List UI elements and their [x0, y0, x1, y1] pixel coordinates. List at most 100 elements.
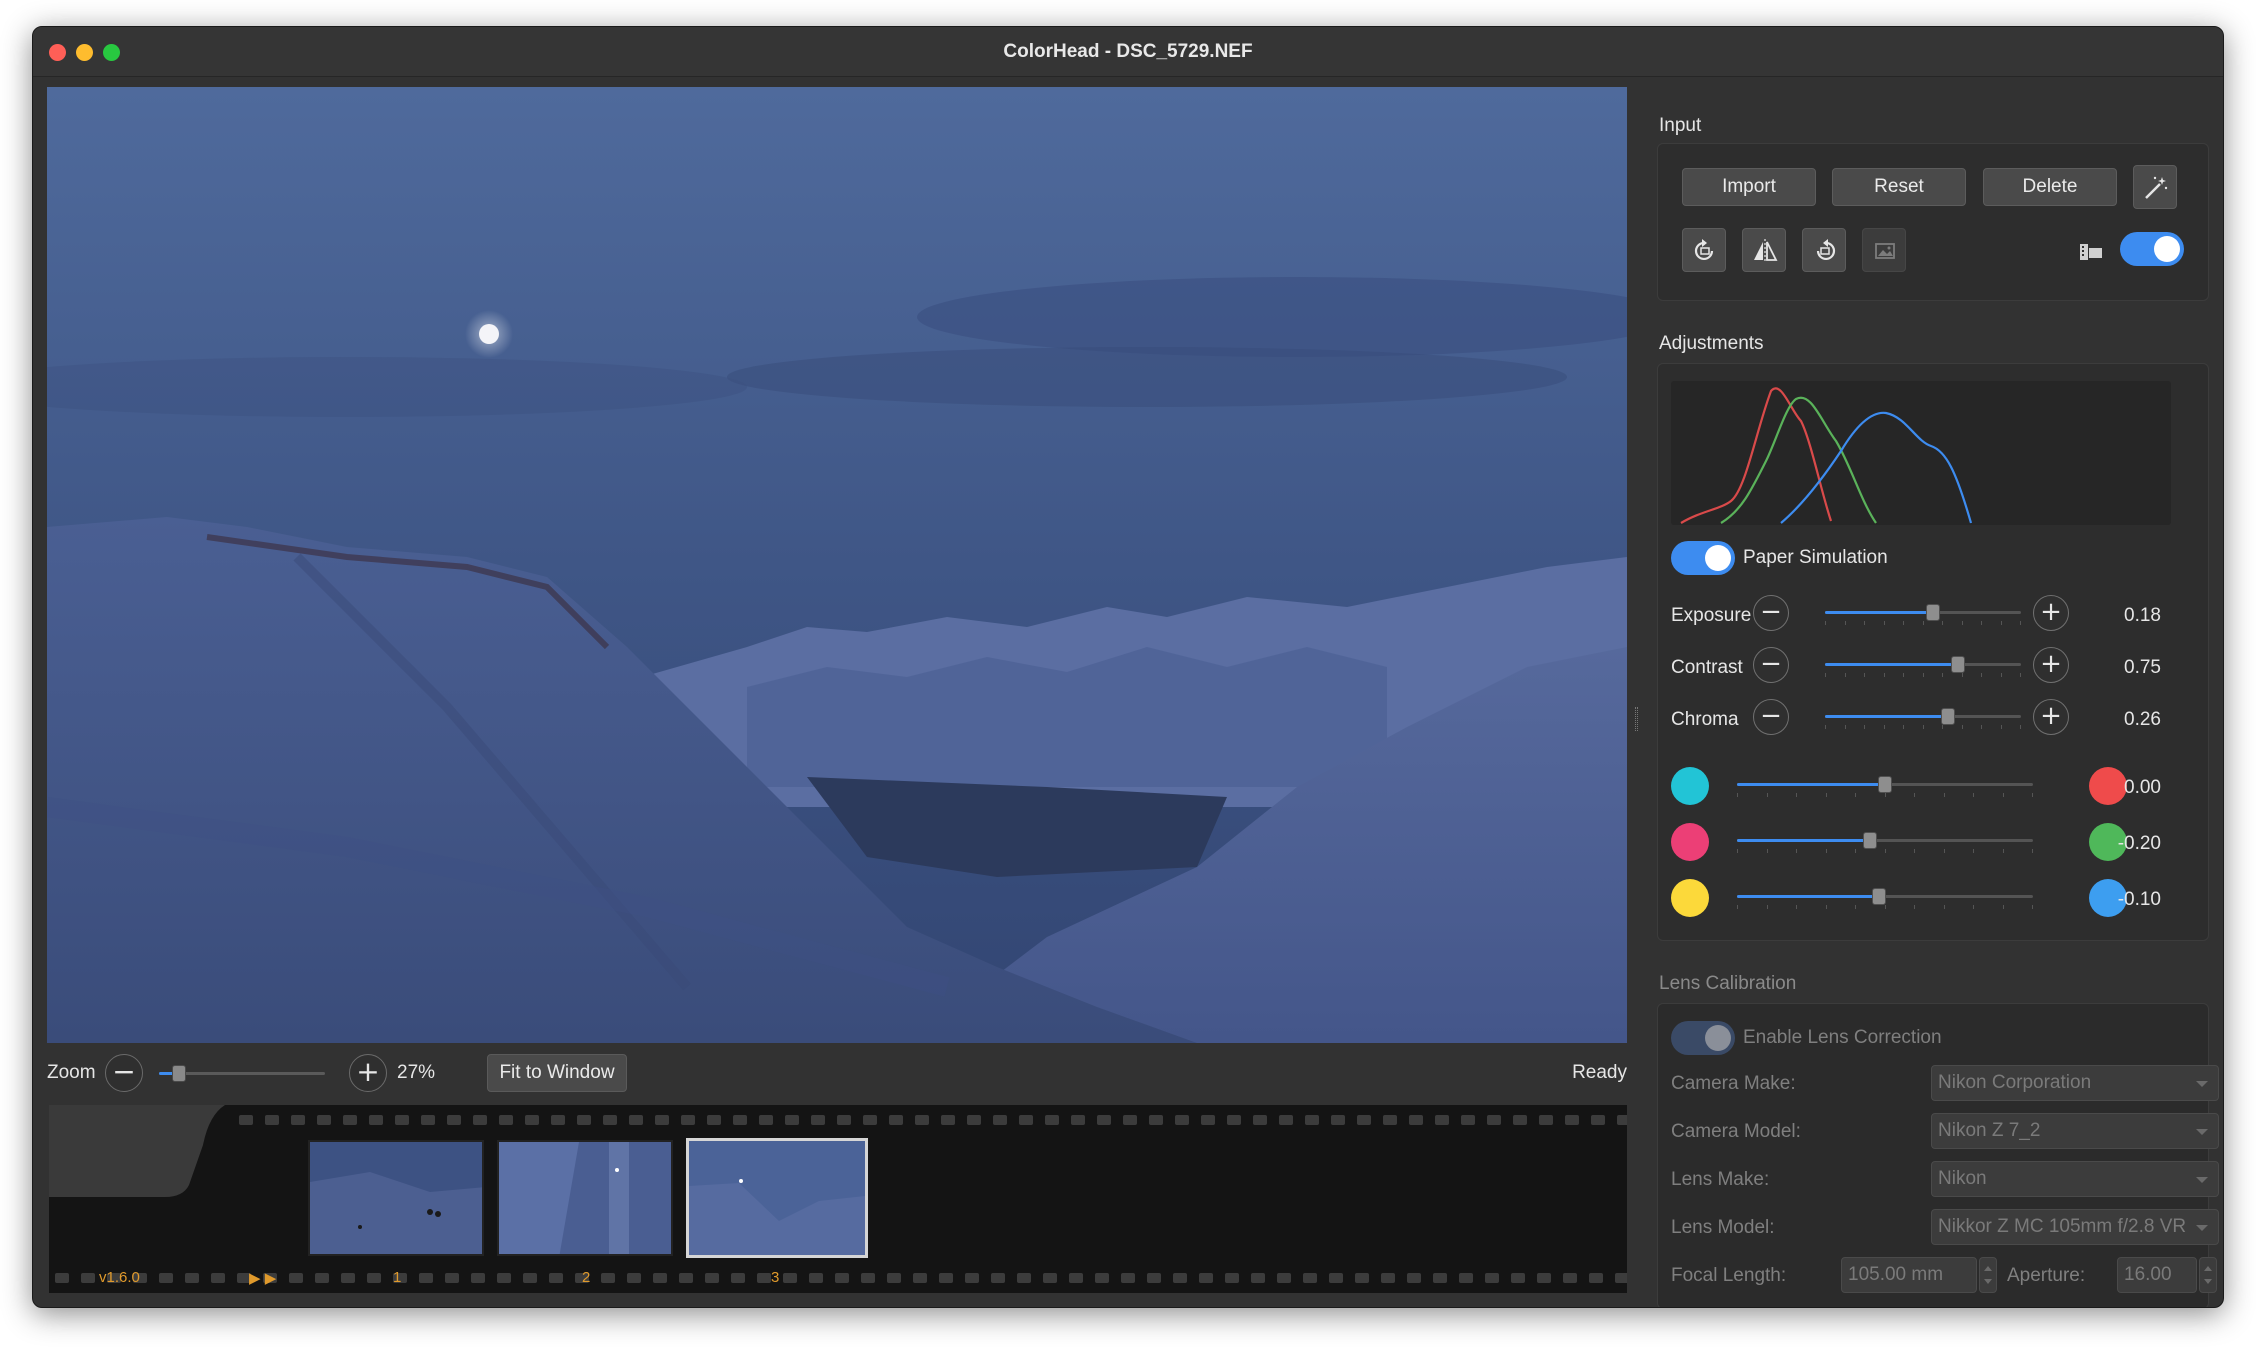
fit-to-window-button[interactable]: Fit to Window [487, 1054, 627, 1092]
perforation-hole [629, 1115, 643, 1125]
lens-make-label: Lens Make: [1671, 1169, 1770, 1190]
yellow-swatch[interactable] [1671, 879, 1709, 917]
thumbnail-3[interactable] [686, 1138, 868, 1258]
chroma-increase-button[interactable]: + [2033, 699, 2069, 735]
frame-number-1: 1 [393, 1269, 402, 1286]
perforation-hole [1329, 1273, 1343, 1283]
perforation-hole [159, 1273, 173, 1283]
yellow-blue-slider[interactable] [1737, 888, 2033, 909]
aperture-stepper[interactable] [2199, 1257, 2217, 1293]
perforation-hole [185, 1273, 199, 1283]
perforation-hole [551, 1115, 565, 1125]
magic-wand-button[interactable] [2133, 165, 2177, 209]
perforation-hole [1459, 1273, 1473, 1283]
window-title: ColorHead - DSC_5729.NEF [1003, 41, 1253, 62]
perforation-hole [1409, 1115, 1423, 1125]
panel-splitter[interactable] [1635, 707, 1638, 731]
flip-horizontal-button[interactable] [1742, 228, 1786, 272]
magenta-green-value: -0.20 [2117, 833, 2161, 854]
histogram-curves [1680, 387, 1973, 524]
exposure-decrease-button[interactable]: − [1753, 595, 1789, 631]
lens-model-select[interactable]: Nikkor Z MC 105mm f/2.8 VR [1931, 1209, 2219, 1245]
lens-make-select[interactable]: Nikon [1931, 1161, 2219, 1197]
perforation-hole [681, 1115, 695, 1125]
slider-tick [1973, 849, 1974, 853]
focal-length-stepper[interactable] [1979, 1257, 1997, 1293]
perforation-hole [887, 1273, 901, 1283]
photo-preview[interactable] [47, 87, 1627, 1043]
zoom-value: 27% [397, 1062, 436, 1083]
slider-tick [1981, 621, 1982, 625]
import-button[interactable]: Import [1682, 168, 1816, 206]
slider-tick [2020, 725, 2021, 729]
chroma-slider[interactable] [1825, 708, 2021, 729]
slider-tick [1855, 849, 1856, 853]
slider-tick [2020, 621, 2021, 625]
cyan-red-slider[interactable] [1737, 776, 2033, 797]
perforation-hole [315, 1273, 329, 1283]
perforation-hole [239, 1115, 253, 1125]
zoom-out-button[interactable]: − [105, 1054, 143, 1092]
slider-tick [1885, 793, 1886, 797]
thumbnail-1[interactable] [308, 1140, 484, 1256]
camera-make-select[interactable]: Nikon Corporation [1931, 1065, 2219, 1101]
crop-button[interactable] [1862, 228, 1906, 272]
input-toggle[interactable] [2120, 232, 2184, 266]
slider-thumb[interactable] [1878, 776, 1892, 793]
aperture-value: 16.00 [2124, 1264, 2172, 1285]
slider-tick [2032, 793, 2033, 797]
perforation-hole [783, 1273, 797, 1283]
exposure-slider[interactable] [1825, 604, 2021, 625]
delete-button[interactable]: Delete [1983, 168, 2117, 206]
slider-tick [2001, 621, 2002, 625]
histogram [1671, 381, 2171, 525]
zoom-slider[interactable] [159, 1065, 325, 1082]
zoom-slider-thumb[interactable] [171, 1065, 186, 1082]
slider-thumb[interactable] [1863, 832, 1878, 849]
slider-tick [1923, 621, 1924, 625]
contrast-increase-button[interactable]: + [2033, 647, 2069, 683]
contrast-decrease-button[interactable]: − [1753, 647, 1789, 683]
exposure-increase-button[interactable]: + [2033, 595, 2069, 631]
reset-button[interactable]: Reset [1832, 168, 1966, 206]
aperture-field[interactable]: 16.00 [2117, 1257, 2197, 1293]
perforation-bottom [49, 1273, 1627, 1285]
slider-tick [1826, 849, 1827, 853]
lens-model-value: Nikkor Z MC 105mm f/2.8 VR [1938, 1216, 2187, 1237]
slider-fill [1737, 783, 1885, 786]
zoom-in-button[interactable]: + [349, 1054, 387, 1092]
magenta-swatch[interactable] [1671, 823, 1709, 861]
focal-length-value: 105.00 mm [1848, 1264, 1944, 1285]
perforation-hole [759, 1115, 773, 1125]
rotate-right-button[interactable] [1802, 228, 1846, 272]
magenta-green-slider[interactable] [1737, 832, 2033, 853]
chevron-down-icon [2196, 1081, 2208, 1087]
perforation-hole [343, 1115, 357, 1125]
chroma-decrease-button[interactable]: − [1753, 699, 1789, 735]
camera-model-select[interactable]: Nikon Z 7_2 [1931, 1113, 2219, 1149]
contrast-slider[interactable] [1825, 656, 2021, 677]
focal-length-field[interactable]: 105.00 mm [1841, 1257, 1977, 1293]
crop-icon [1875, 243, 1895, 259]
paper-simulation-label: Paper Simulation [1743, 547, 1888, 568]
slider-thumb[interactable] [1872, 888, 1887, 905]
slider-fill [1825, 663, 1959, 666]
slider-thumb[interactable] [1951, 656, 1966, 673]
title-bar: ColorHead - DSC_5729.NEF [33, 27, 2223, 77]
rotate-left-button[interactable] [1682, 228, 1726, 272]
slider-tick [1962, 673, 1963, 677]
rotate-left-icon [1694, 239, 1714, 260]
slider-thumb[interactable] [1925, 604, 1940, 621]
lens-correction-toggle[interactable] [1671, 1021, 1735, 1055]
paper-simulation-toggle[interactable] [1671, 541, 1735, 575]
slider-ticks [1825, 725, 2021, 729]
perforation-hole [1539, 1115, 1553, 1125]
cyan-swatch[interactable] [1671, 767, 1709, 805]
perforation-top [49, 1115, 1627, 1127]
thumbnail-2[interactable] [497, 1140, 673, 1256]
slider-thumb[interactable] [1941, 708, 1956, 725]
perforation-hole [603, 1115, 617, 1125]
input-section-title: Input [1659, 115, 1702, 136]
slider-tick [1981, 673, 1982, 677]
perforation-hole [471, 1273, 485, 1283]
